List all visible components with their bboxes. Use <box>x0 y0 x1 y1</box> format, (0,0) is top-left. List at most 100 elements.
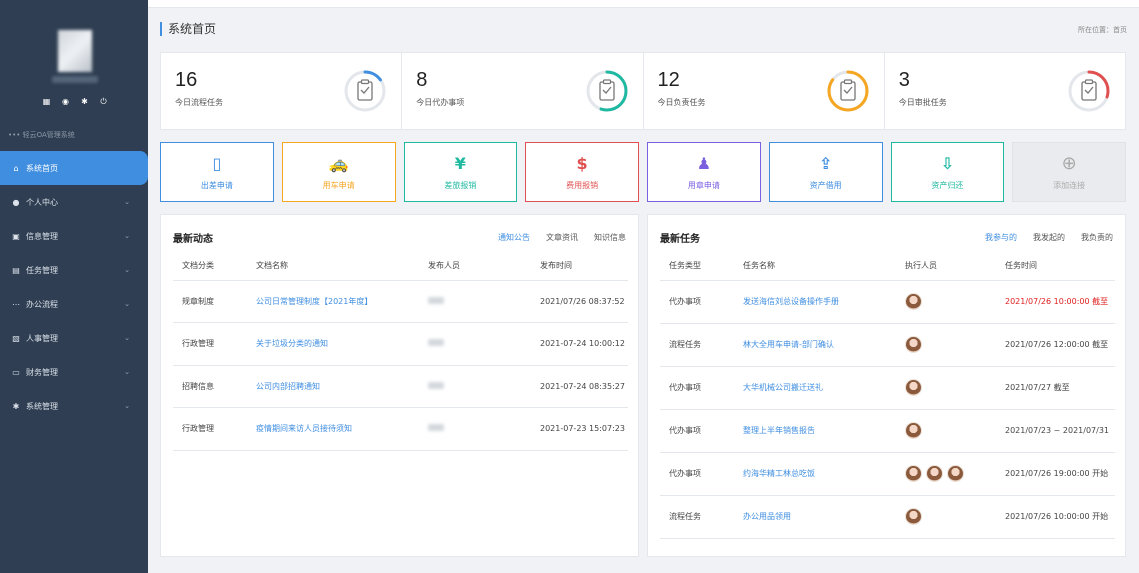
cell-time: 2021/07/26 10:00:00 截至 <box>996 280 1115 324</box>
task-link[interactable]: 大华机械公司搬迁送礼 <box>734 366 896 410</box>
chevron-down-icon: ⌄ <box>124 300 130 308</box>
avatar[interactable] <box>905 465 922 482</box>
grid-icon[interactable]: ▦ <box>41 96 52 107</box>
user-icon[interactable]: ◉ <box>60 96 71 107</box>
clipboard-list-icon <box>586 70 627 112</box>
tab-participating[interactable]: 我参与的 <box>985 232 1017 243</box>
avatar[interactable] <box>905 422 922 439</box>
table-row[interactable]: 招聘信息 公司内部招聘通知 2021-07-24 08:35:27 <box>173 365 628 408</box>
column-header: 发布时间 <box>531 252 628 281</box>
stat-responsible[interactable]: 12 今日负责任务 <box>644 53 885 129</box>
stats-bar: 16 今日流程任务 8 今日代办事项 12 今日负责任务 3 今日审批任务 <box>160 52 1126 130</box>
stat-todo[interactable]: 8 今日代办事项 <box>402 53 644 129</box>
shortcut-label: 差旅报销 <box>444 180 477 190</box>
shortcut-travel-reimburse[interactable]: ¥ 差旅报销 <box>403 142 518 202</box>
table-row[interactable]: 行政管理 关于垃圾分类的通知 2021-07-24 10:00:12 <box>173 322 628 366</box>
sidebar-item-hr[interactable]: ▧ 人事管理 ⌄ <box>0 321 148 355</box>
cell-time: 2021/07/26 19:00:00 开始 <box>996 452 1115 496</box>
sidebar-item-label: 财务管理 <box>26 367 58 377</box>
document-link[interactable]: 公司日常管理制度【2021年度】 <box>247 280 419 323</box>
cell-type: 代办事项 <box>660 452 734 496</box>
task-link[interactable]: 整理上半年销售报告 <box>734 409 896 453</box>
shortcut-travel[interactable]: ▯ 出差申请 <box>160 142 274 202</box>
chevron-down-icon: ⌄ <box>124 334 130 342</box>
stamp-icon: ♟ <box>696 154 712 173</box>
shortcut-asset-return[interactable]: ⇩ 资产归还 <box>890 142 1005 202</box>
sidebar-item-flow[interactable]: ⋯ 办公流程 ⌄ <box>0 287 148 321</box>
tab-responsible[interactable]: 我负责的 <box>1081 232 1113 243</box>
panel-title: 最新任务 <box>660 234 700 245</box>
cell-publisher <box>419 280 531 323</box>
sidebar-item-info[interactable]: ▣ 信息管理 ⌄ <box>0 219 148 253</box>
cell-type: 代办事项 <box>660 280 734 324</box>
cell-category: 招聘信息 <box>173 365 247 408</box>
gear-icon[interactable]: ✱ <box>79 96 90 107</box>
clipboard-gear-icon <box>344 70 386 112</box>
user-avatar[interactable] <box>58 30 92 72</box>
sidebar-item-label: 系统首页 <box>26 163 58 173</box>
cell-assignees <box>896 409 996 453</box>
power-icon[interactable]: ⏻ <box>98 96 109 107</box>
tab-announcements[interactable]: 通知公告 <box>498 232 530 243</box>
table-row[interactable]: 规章制度 公司日常管理制度【2021年度】 2021/07/26 08:37:52 <box>173 280 628 323</box>
avatar[interactable] <box>926 465 943 482</box>
tab-initiated[interactable]: 我发起的 <box>1033 232 1065 243</box>
sidebar-item-personal[interactable]: ● 个人中心 ⌄ <box>0 185 148 219</box>
column-header: 任务时间 <box>996 252 1115 281</box>
shortcut-label: 资产借用 <box>809 180 842 190</box>
sidebar-item-tasks[interactable]: ▤ 任务管理 ⌄ <box>0 253 148 287</box>
table-row[interactable]: 代办事项 整理上半年销售报告 2021/07/23 ~ 2021/07/31 <box>660 409 1115 453</box>
gear-icon: ✱ <box>12 401 20 411</box>
cell-assignees <box>896 323 996 367</box>
stat-approval[interactable]: 3 今日审批任务 <box>885 53 1125 129</box>
avatar[interactable] <box>905 379 922 396</box>
shortcut-label: 资产归还 <box>931 180 964 190</box>
sidebar-item-finance[interactable]: ▭ 财务管理 ⌄ <box>0 355 148 389</box>
stat-value: 8 <box>416 69 428 91</box>
stat-label: 今日流程任务 <box>175 98 223 107</box>
info-icon: ▣ <box>12 231 20 241</box>
stat-flow-tasks[interactable]: 16 今日流程任务 <box>161 53 403 129</box>
column-header: 文档名称 <box>247 252 419 281</box>
sidebar-item-label: 个人中心 <box>26 197 58 207</box>
shortcut-label: 用章申请 <box>687 180 720 190</box>
cell-type: 代办事项 <box>660 409 734 453</box>
plus-icon: ⊕ <box>1061 153 1077 174</box>
shortcut-asset-borrow[interactable]: ⇪ 资产借用 <box>768 142 883 202</box>
user-icon: ● <box>12 197 20 207</box>
task-link[interactable]: 林大全用车申请-部门确认 <box>734 323 896 367</box>
table-row[interactable]: 行政管理 疫情期间来访人员接待须知 2021-07-23 15:07:23 <box>173 407 628 451</box>
shortcut-expense[interactable]: $ 费用报销 <box>525 142 639 202</box>
shortcut-car[interactable]: 🚕 用车申请 <box>281 142 396 202</box>
tab-articles[interactable]: 文章资讯 <box>546 232 578 243</box>
shortcut-add-link[interactable]: ⊕ 添加连接 <box>1012 142 1126 202</box>
sidebar-item-system[interactable]: ✱ 系统管理 ⌄ <box>0 389 148 423</box>
shortcut-stamp[interactable]: ♟ 用章申请 <box>647 142 761 202</box>
avatar[interactable] <box>947 465 964 482</box>
table-row[interactable]: 代办事项 大华机械公司搬迁送礼 2021/07/27 截至 <box>660 366 1115 410</box>
task-tabs: 我参与的 我发起的 我负责的 <box>985 232 1113 243</box>
avatar[interactable] <box>905 508 922 525</box>
document-link[interactable]: 疫情期间来访人员接待须知 <box>247 407 419 451</box>
avatar[interactable] <box>905 293 922 310</box>
sidebar-item-home[interactable]: ⌂ 系统首页 <box>0 151 148 185</box>
tab-knowledge[interactable]: 知识信息 <box>594 232 626 243</box>
document-link[interactable]: 关于垃圾分类的通知 <box>247 322 419 366</box>
sidebar-menu: ⌂ 系统首页 ● 个人中心 ⌄ ▣ 信息管理 ⌄ ▤ 任务管理 ⌄ ⋯ 办公流程 ⌄ ▧ 人事管理 ⌄… <box>0 151 148 423</box>
column-header: 文档分类 <box>173 252 247 281</box>
column-header: 发布人员 <box>419 252 531 281</box>
news-panel: 最新动态 通知公告 文章资讯 知识信息 文档分类 文档名称 发布人员 发布时间 … <box>160 214 639 557</box>
clipboard-check-icon <box>827 70 869 112</box>
sidebar-item-label: 信息管理 <box>26 231 58 241</box>
chevron-down-icon: ⌄ <box>124 198 130 206</box>
task-link[interactable]: 办公用品领用 <box>734 495 896 539</box>
avatar[interactable] <box>905 336 922 353</box>
table-row[interactable]: 代办事项 约海华精工林总吃饭 2021/07/26 19:00:00 开始 <box>660 452 1115 496</box>
table-row[interactable]: 代办事项 发送海信刘总设备操作手册 2021/07/26 10:00:00 截至 <box>660 280 1115 324</box>
document-link[interactable]: 公司内部招聘通知 <box>247 365 419 408</box>
task-link[interactable]: 约海华精工林总吃饭 <box>734 452 896 496</box>
table-row[interactable]: 流程任务 林大全用车申请-部门确认 2021/07/26 12:00:00 截至 <box>660 323 1115 367</box>
cell-type: 代办事项 <box>660 366 734 410</box>
task-link[interactable]: 发送海信刘总设备操作手册 <box>734 280 896 324</box>
table-row[interactable]: 流程任务 办公用品领用 2021/07/26 10:00:00 开始 <box>660 495 1115 539</box>
